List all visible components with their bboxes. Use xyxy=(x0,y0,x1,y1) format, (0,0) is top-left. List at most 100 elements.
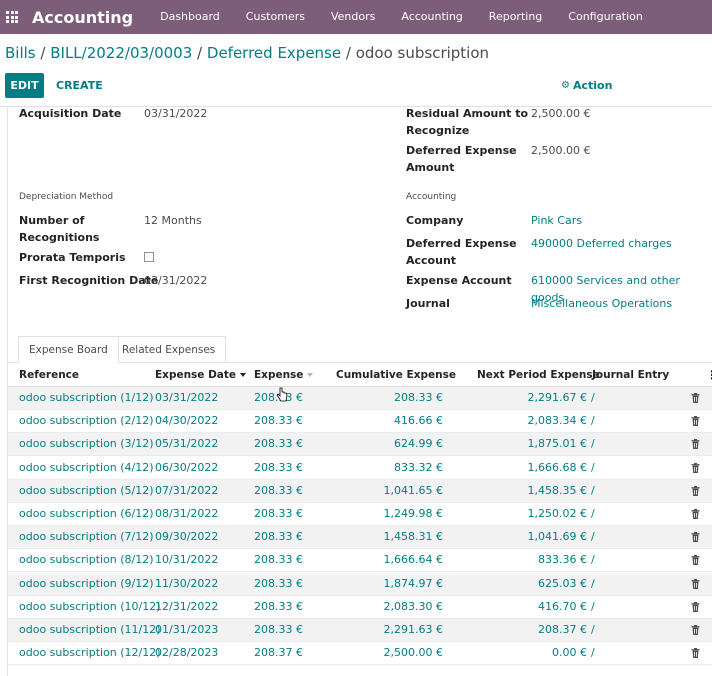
cell-journal-entry[interactable]: / xyxy=(591,507,595,520)
table-row[interactable]: odoo subscription (4/12) 06/30/2022 208.33… xyxy=(8,456,712,480)
trash-icon[interactable] xyxy=(691,509,700,519)
trash-icon[interactable] xyxy=(691,462,700,473)
table-row[interactable]: odoo subscription (9/12) 11/30/2022 208.33… xyxy=(8,572,712,596)
residual-amount-label: Residual Amount to Recognize xyxy=(406,105,528,139)
table-row[interactable]: odoo subscription (12/12) 02/28/2023 208.3… xyxy=(8,642,712,666)
trash-icon[interactable] xyxy=(691,555,700,566)
cell-expense-date: 06/30/2022 xyxy=(155,460,219,474)
menu-accounting[interactable]: Accounting xyxy=(388,0,475,34)
menu-configuration[interactable]: Configuration xyxy=(555,0,656,34)
trash-icon[interactable] xyxy=(691,601,700,612)
table-row[interactable]: odoo subscription (7/12) 09/30/2022 208.33… xyxy=(8,526,712,550)
cell-journal-entry[interactable]: / xyxy=(591,437,595,450)
trash-icon[interactable] xyxy=(691,439,700,450)
deferred-expense-amount-label: Deferred Expense Amount xyxy=(406,142,517,176)
column-expense-date[interactable]: Expense Date xyxy=(155,369,247,381)
column-journal-entry-label: Journal Entry xyxy=(592,369,670,381)
cell-reference: odoo subscription (3/12) xyxy=(19,437,154,451)
table-row[interactable]: odoo subscription (8/12) 10/31/2022 208.33… xyxy=(8,549,712,573)
trash-icon[interactable] xyxy=(691,648,700,659)
column-next-period-expense[interactable]: Next Period Expense xyxy=(477,369,600,381)
cell-next-period-expense: 1,458.35 € xyxy=(527,483,587,497)
cell-next-period-expense: 0.00 € xyxy=(552,646,587,660)
menu-dashboard[interactable]: Dashboard xyxy=(147,0,233,34)
create-button[interactable]: CREATE xyxy=(56,73,103,98)
cell-journal-entry[interactable]: / xyxy=(591,553,595,566)
cell-reference: odoo subscription (10/12) xyxy=(19,599,161,613)
table-row[interactable]: odoo subscription (6/12) 08/31/2022 208.33… xyxy=(8,503,712,526)
trash-icon[interactable] xyxy=(691,532,700,543)
gear-icon: ⚙ xyxy=(561,80,570,91)
cell-next-period-expense: 625.03 € xyxy=(538,576,587,590)
acquisition-date-value[interactable]: 03/31/2022 xyxy=(144,105,207,122)
cell-journal-entry[interactable]: / xyxy=(591,623,595,636)
tab-expense-board[interactable]: Expense Board xyxy=(18,336,119,363)
trash-icon[interactable] xyxy=(691,393,700,403)
optional-columns-icon[interactable]: ⋮ xyxy=(706,369,712,381)
cell-cumulative-expense: 2,083.30 € xyxy=(383,599,443,613)
table-row[interactable]: odoo subscription (2/12) 04/30/2022 208.33… xyxy=(8,410,712,434)
breadcrumb-deferred-expense[interactable]: Deferred Expense xyxy=(207,44,341,62)
cell-expense: 208.33 € xyxy=(254,414,303,428)
column-cumulative-expense[interactable]: Cumulative Expense xyxy=(336,369,456,381)
cell-next-period-expense: 1,041.69 € xyxy=(527,530,587,544)
column-reference-label: Reference xyxy=(19,369,80,381)
cell-journal-entry[interactable]: / xyxy=(591,530,595,543)
cell-journal-entry[interactable]: / xyxy=(591,461,595,474)
cell-cumulative-expense: 1,458.31 € xyxy=(383,530,443,544)
cell-expense: 208.33 € xyxy=(254,437,303,451)
column-expense[interactable]: Expense xyxy=(254,369,314,381)
column-journal-entry[interactable]: Journal Entry xyxy=(592,369,669,381)
action-dropdown[interactable]: ⚙ Action xyxy=(561,73,612,98)
trash-icon[interactable] xyxy=(691,625,700,635)
cell-expense: 208.33 € xyxy=(254,553,303,567)
residual-amount-label-line1: Residual Amount to xyxy=(406,107,529,120)
number-of-recognitions-value[interactable]: 12 Months xyxy=(144,212,202,229)
trash-icon[interactable] xyxy=(691,578,700,589)
cell-reference: odoo subscription (7/12) xyxy=(19,530,154,544)
sort-hint-icon xyxy=(307,373,314,377)
menu-vendors[interactable]: Vendors xyxy=(318,0,388,34)
breadcrumb-bills[interactable]: Bills xyxy=(5,44,36,62)
cell-expense: 208.33 € xyxy=(254,623,303,636)
column-expense-date-label: Expense Date xyxy=(155,369,237,381)
cell-journal-entry[interactable]: / xyxy=(591,646,595,659)
table-row[interactable]: odoo subscription (1/12) 03/31/2022 208.33… xyxy=(8,387,712,410)
edit-button[interactable]: EDIT xyxy=(5,73,44,98)
company-label: Company xyxy=(406,214,464,227)
deferred-expense-amount-label-line2: Amount xyxy=(406,161,455,174)
table-row[interactable]: odoo subscription (3/12) 05/31/2022 208.33… xyxy=(8,433,712,457)
cell-cumulative-expense: 416.66 € xyxy=(394,414,443,428)
app-name[interactable]: Accounting xyxy=(32,8,133,27)
cell-journal-entry[interactable]: / xyxy=(591,484,595,497)
cell-cumulative-expense: 624.99 € xyxy=(394,437,443,451)
column-cumulative-label: Cumulative Expense xyxy=(336,369,456,381)
first-recognition-date-value[interactable]: 03/31/2022 xyxy=(144,272,207,289)
breadcrumb-separator: / xyxy=(345,44,351,62)
deferred-account-value[interactable]: 490000 Deferred charges xyxy=(531,235,672,252)
trash-icon[interactable] xyxy=(691,485,700,496)
breadcrumb-bill[interactable]: BILL/2022/03/0003 xyxy=(50,44,192,62)
table-row[interactable]: odoo subscription (5/12) 07/31/2022 208.33… xyxy=(8,479,712,503)
cell-reference: odoo subscription (9/12) xyxy=(19,576,154,590)
journal-value[interactable]: Miscellaneous Operations xyxy=(531,295,672,312)
tab-related-expenses[interactable]: Related Expenses xyxy=(111,336,227,362)
cell-journal-entry[interactable]: / xyxy=(591,600,595,613)
cell-expense-date: 11/30/2022 xyxy=(155,576,219,590)
column-reference[interactable]: Reference xyxy=(19,369,79,381)
cell-expense-date: 10/31/2022 xyxy=(155,553,219,567)
menu-customers[interactable]: Customers xyxy=(233,0,318,34)
cell-journal-entry[interactable]: / xyxy=(591,577,595,590)
menu-reporting[interactable]: Reporting xyxy=(476,0,555,34)
cell-journal-entry[interactable]: / xyxy=(591,414,595,427)
cell-expense: 208.33 € xyxy=(254,507,303,520)
apps-menu-icon[interactable] xyxy=(6,11,18,23)
trash-icon[interactable] xyxy=(691,416,700,427)
company-value[interactable]: Pink Cars xyxy=(531,212,582,229)
cell-expense: 208.33 € xyxy=(254,483,303,497)
prorata-temporis-checkbox[interactable] xyxy=(144,252,154,262)
deferred-expense-amount-value[interactable]: 2,500.00 € xyxy=(531,142,590,159)
table-row[interactable]: odoo subscription (11/12) 01/31/2023 208.3… xyxy=(8,619,712,642)
table-row[interactable]: odoo subscription (10/12) 12/31/2022 208.3… xyxy=(8,595,712,619)
cell-journal-entry[interactable]: / xyxy=(591,391,595,404)
